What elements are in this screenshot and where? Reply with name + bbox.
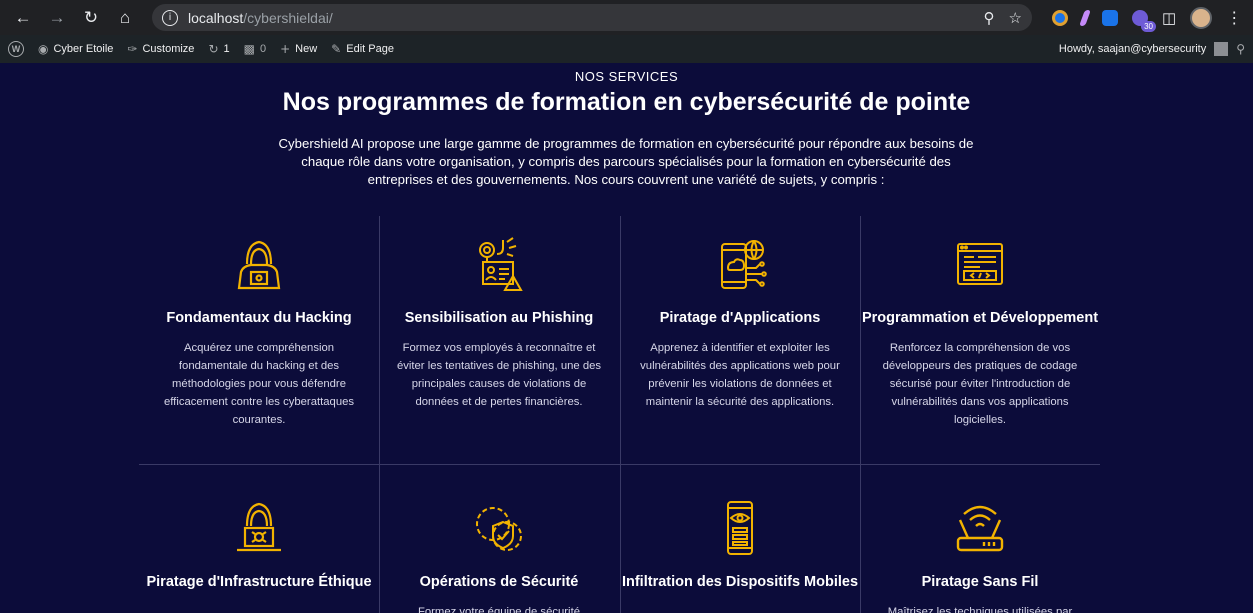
services-section: NOS SERVICES Nos programmes de formation… <box>0 63 1253 613</box>
hacker-icon <box>237 240 281 290</box>
forward-icon[interactable]: → <box>44 5 70 31</box>
updates-link[interactable]: ↻ 1 <box>208 42 229 56</box>
browser-menu-icon[interactable]: ⋮ <box>1226 8 1242 28</box>
updates-icon: ↻ <box>208 42 219 56</box>
service-title: Infiltration des Dispositifs Mobiles <box>621 574 859 590</box>
zoom-icon[interactable]: ⚲ <box>984 9 995 27</box>
hacker-laptop-icon <box>237 502 281 552</box>
extensions-puzzle-icon[interactable]: ◫ <box>1162 9 1176 27</box>
service-title: Piratage d'Infrastructure Éthique <box>146 574 372 590</box>
service-card[interactable]: Piratage Sans Fil Maîtrisez les techniqu… <box>860 498 1100 613</box>
service-description: Renforcez la compréhension de vos dévelo… <box>882 342 1078 426</box>
address-bar[interactable]: i localhost/cybershieldai/ ⚲ ☆ <box>152 4 1032 31</box>
browser-toolbar: ← → ↻ ⌂ i localhost/cybershieldai/ ⚲ ☆ 3… <box>0 0 1253 35</box>
code-window-icon <box>957 243 1003 285</box>
extension-badge-icon[interactable]: 30 <box>1132 9 1156 32</box>
extension-badge-count: 30 <box>1141 20 1156 32</box>
updates-count: 1 <box>223 43 230 55</box>
service-description: Maîtrisez les techniques utilisées par <box>887 606 1073 613</box>
url-host: localhost <box>188 9 244 26</box>
service-title: Piratage Sans Fil <box>921 574 1039 590</box>
service-description: Formez votre équipe de sécurité <box>417 606 580 613</box>
profile-avatar[interactable] <box>1190 6 1213 29</box>
search-icon[interactable]: ⚲ <box>1236 42 1245 56</box>
extension-color-icon[interactable] <box>1052 9 1068 26</box>
section-heading: Nos programmes de formation en cybersécu… <box>282 88 971 116</box>
site-info-icon[interactable]: i <box>162 9 178 26</box>
service-description: Apprenez à identifier et exploiter les v… <box>640 342 840 408</box>
service-card[interactable]: Fondamentaux du Hacking Acquérez une com… <box>139 234 379 429</box>
site-name-menu[interactable]: ◉ Cyber Etoile <box>38 42 113 56</box>
extension-pen-icon[interactable] <box>1079 9 1091 26</box>
customize-link[interactable]: ✑ Customize <box>127 42 194 56</box>
service-title: Piratage d'Applications <box>659 310 821 326</box>
new-label: New <box>295 43 318 55</box>
customize-label: Customize <box>142 43 195 55</box>
service-card[interactable]: Infiltration des Dispositifs Mobiles <box>620 498 860 603</box>
reload-icon[interactable]: ↻ <box>78 5 104 31</box>
comment-icon: ▩ <box>243 42 255 56</box>
service-card[interactable]: Piratage d'Applications Apprenez à ident… <box>620 234 860 411</box>
grid-divider <box>139 464 1100 465</box>
service-title: Opérations de Sécurité <box>419 574 579 590</box>
service-card[interactable]: Opérations de Sécurité Formez votre équi… <box>379 498 619 613</box>
wifi-router-icon <box>956 505 1004 552</box>
service-card[interactable]: Programmation et Développement Renforcez… <box>860 234 1100 429</box>
back-icon[interactable]: ← <box>10 5 36 31</box>
pencil-icon: ✎ <box>331 42 342 56</box>
comments-link[interactable]: ▩ 0 <box>244 42 266 56</box>
home-icon[interactable]: ⌂ <box>112 5 138 31</box>
shield-gears-icon <box>476 507 522 551</box>
comments-count: 0 <box>259 43 267 55</box>
extension-blue-icon[interactable] <box>1102 9 1118 26</box>
wordpress-logo-icon: W <box>8 41 24 57</box>
howdy-account-menu[interactable]: Howdy, saajan@cybersecurity <box>1059 43 1206 55</box>
service-card[interactable]: Sensibilisation au Phishing Formez vos e… <box>379 234 619 411</box>
user-avatar[interactable] <box>1214 42 1229 56</box>
brush-icon: ✑ <box>127 42 138 56</box>
service-title: Programmation et Développement <box>861 310 1099 326</box>
plus-icon: + <box>280 42 291 56</box>
site-name: Cyber Etoile <box>53 43 114 55</box>
service-description: Formez vos employés à reconnaître et évi… <box>396 342 602 408</box>
service-title: Sensibilisation au Phishing <box>404 310 594 326</box>
services-grid: Fondamentaux du Hacking Acquérez une com… <box>139 216 1100 613</box>
bookmark-star-icon[interactable]: ☆ <box>1009 9 1022 27</box>
new-content-menu[interactable]: + New <box>280 42 317 56</box>
edit-page-link[interactable]: ✎ Edit Page <box>331 42 394 56</box>
wp-admin-bar: W ◉ Cyber Etoile ✑ Customize ↻ 1 ▩ 0 + New ✎ E… <box>0 35 1253 63</box>
phishing-icon <box>479 237 523 291</box>
mobile-app-icon <box>721 240 767 289</box>
service-title: Fondamentaux du Hacking <box>166 310 352 326</box>
section-eyebrow: NOS SERVICES <box>574 69 679 84</box>
smartphone-eye-icon <box>727 501 753 555</box>
service-description: Acquérez une compréhension fondamentale … <box>163 342 355 426</box>
edit-page-label: Edit Page <box>346 43 394 55</box>
service-card[interactable]: Piratage d'Infrastructure Éthique <box>139 498 379 603</box>
dashboard-icon: ◉ <box>38 42 49 56</box>
wp-logo-menu[interactable]: W <box>8 41 24 57</box>
section-intro: Cybershield AI propose une large gamme d… <box>278 136 974 187</box>
url-path: /cybershieldai/ <box>243 9 333 26</box>
